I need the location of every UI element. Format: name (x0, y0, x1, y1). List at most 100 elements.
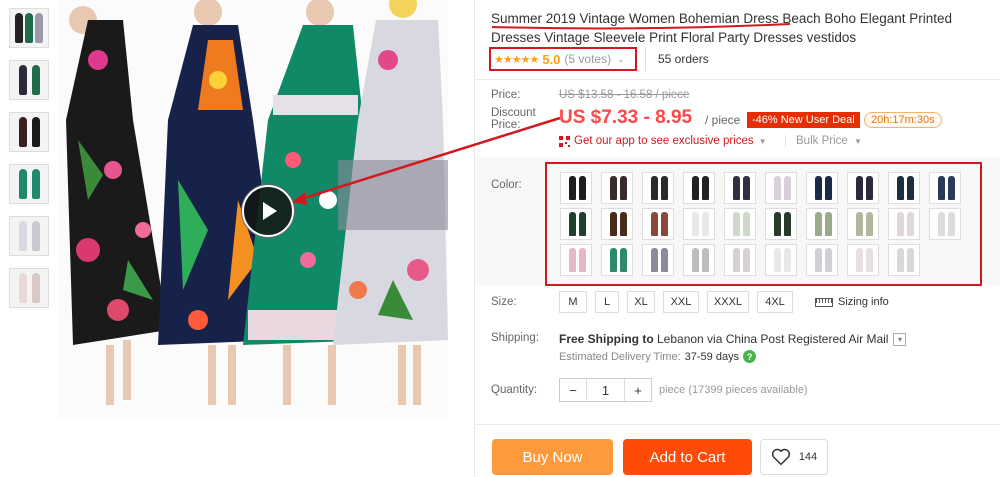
rating-summary[interactable]: ★★★★★ 5.0 (5 votes) ⌄ (489, 47, 637, 71)
swatch-figure (938, 176, 945, 200)
quantity-decrease-button[interactable]: − (560, 379, 587, 401)
delivery-days: 37-59 days (684, 350, 740, 363)
swatch-figure (610, 212, 617, 236)
discount-label-line2: Price: (491, 119, 521, 131)
swatch-figure (692, 212, 699, 236)
swatch-figure (661, 176, 668, 200)
heart-icon (771, 448, 790, 466)
color-swatch[interactable] (888, 172, 920, 204)
quantity-increase-button[interactable]: + (624, 379, 651, 401)
swatch-figure (815, 248, 822, 272)
swatch-figure (702, 248, 709, 272)
sizing-info-link[interactable]: Sizing info (815, 296, 889, 308)
swatch-figure (897, 176, 904, 200)
color-swatch[interactable] (683, 244, 715, 276)
free-shipping-text: Free Shipping to (559, 332, 654, 346)
rating-value: 5.0 (542, 51, 561, 67)
color-swatch[interactable] (683, 172, 715, 204)
play-icon (263, 202, 277, 220)
size-option[interactable]: XXXL (707, 291, 749, 313)
color-swatch[interactable] (560, 208, 592, 240)
color-swatch[interactable] (642, 172, 674, 204)
size-option[interactable]: XXL (663, 291, 699, 313)
color-swatch[interactable] (642, 244, 674, 276)
app-promo-link[interactable]: Get our app to see exclusive prices ▼ (559, 135, 767, 147)
swatch-figure (897, 212, 904, 236)
thumbnail[interactable] (9, 8, 49, 48)
star-rating-icon: ★★★★★ (494, 53, 539, 66)
color-swatch[interactable] (560, 244, 592, 276)
add-to-cart-button[interactable]: Add to Cart (623, 439, 752, 475)
swatch-figure (948, 212, 955, 236)
color-swatch[interactable] (724, 208, 756, 240)
color-swatch[interactable] (724, 244, 756, 276)
swatch-figure (856, 212, 863, 236)
quantity-input[interactable]: 1 (587, 379, 624, 401)
color-swatch[interactable] (929, 172, 961, 204)
size-option[interactable]: 4XL (757, 291, 793, 313)
swatch-figure (856, 248, 863, 272)
bulk-price-dropdown[interactable]: Bulk Price ▼ (785, 135, 862, 147)
thumbnail[interactable] (9, 112, 49, 152)
color-swatch[interactable] (847, 244, 879, 276)
stock-availability: piece (17399 pieces available) (659, 384, 808, 396)
color-swatch-grid (560, 172, 970, 276)
help-icon[interactable]: ? (743, 350, 757, 363)
size-option[interactable]: XL (627, 291, 655, 313)
color-swatch[interactable] (806, 172, 838, 204)
size-option[interactable]: M (559, 291, 587, 313)
color-swatch[interactable] (806, 208, 838, 240)
swatch-figure (825, 248, 832, 272)
color-swatch[interactable] (888, 244, 920, 276)
color-swatch[interactable] (601, 172, 633, 204)
swatch-figure (733, 176, 740, 200)
color-swatch[interactable] (847, 208, 879, 240)
color-swatch[interactable] (806, 244, 838, 276)
quantity-label: Quantity: (491, 384, 538, 396)
buy-now-button[interactable]: Buy Now (492, 439, 613, 475)
chevron-down-icon: ⌄ (617, 53, 625, 64)
discount-label-line1: Discount (491, 107, 536, 119)
swatch-figure (661, 248, 668, 272)
swatch-figure (866, 248, 873, 272)
swatch-figure (784, 248, 791, 272)
swatch-figure (651, 176, 658, 200)
swatch-figure (774, 176, 781, 200)
vote-count: (5 votes) (564, 52, 612, 66)
swatch-figure (579, 248, 586, 272)
caret-down-icon: ▼ (758, 136, 767, 146)
discount-price: US $7.33 - 8.95 (559, 107, 693, 128)
wishlist-button[interactable]: 144 (760, 439, 828, 475)
color-swatch[interactable] (601, 208, 633, 240)
color-swatch[interactable] (765, 172, 797, 204)
swatch-figure (815, 176, 822, 200)
thumbnail[interactable] (9, 216, 49, 256)
ruler-icon (815, 297, 833, 307)
color-swatch[interactable] (560, 172, 592, 204)
thumbnail[interactable] (9, 268, 49, 308)
size-option[interactable]: L (595, 291, 619, 313)
color-swatch[interactable] (724, 172, 756, 204)
swatch-figure (620, 248, 627, 272)
swatch-figure (569, 176, 576, 200)
size-label: Size: (491, 296, 517, 308)
thumbnail[interactable] (9, 164, 49, 204)
color-swatch[interactable] (847, 172, 879, 204)
color-swatch[interactable] (683, 208, 715, 240)
swatch-figure (579, 212, 586, 236)
price-unit: / piece (705, 113, 741, 127)
swatch-figure (610, 248, 617, 272)
color-swatch[interactable] (765, 208, 797, 240)
color-swatch[interactable] (765, 244, 797, 276)
color-swatch[interactable] (888, 208, 920, 240)
shipping-dropdown-icon[interactable]: ▾ (893, 332, 907, 346)
color-swatch[interactable] (601, 244, 633, 276)
swatch-figure (569, 248, 576, 272)
thumbnail-list (9, 8, 51, 320)
color-swatch[interactable] (929, 208, 961, 240)
color-swatch[interactable] (642, 208, 674, 240)
video-play-button[interactable] (242, 185, 294, 237)
thumbnail[interactable] (9, 60, 49, 100)
swatch-figure (661, 212, 668, 236)
product-title: Summer 2019 Vintage Women Bohemian Dress… (491, 11, 953, 45)
